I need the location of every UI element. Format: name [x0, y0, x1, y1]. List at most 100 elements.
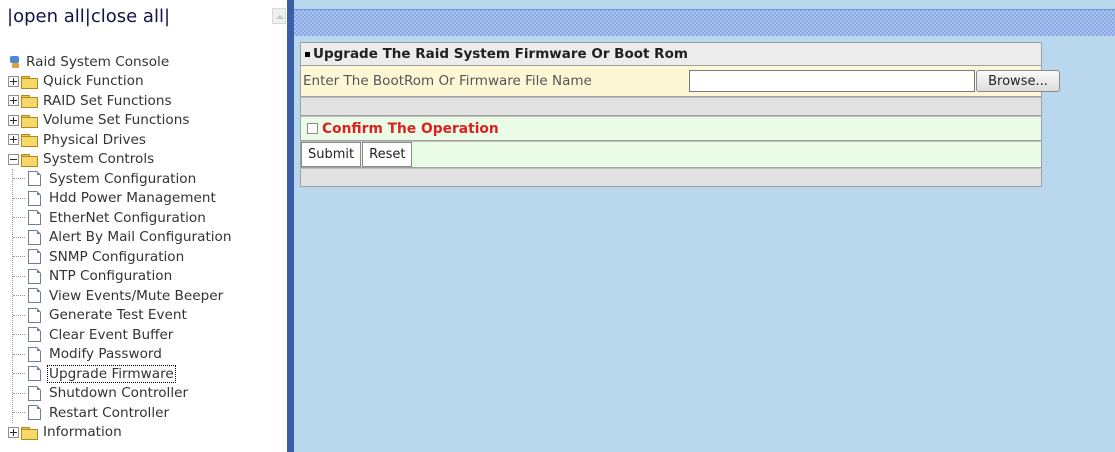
tree-item-label: EtherNet Configuration — [49, 209, 206, 226]
tree-item-label: Shutdown Controller — [49, 385, 189, 402]
tree-branch-line — [13, 178, 25, 180]
tree-item-system-configuration[interactable]: System Configuration — [8, 169, 233, 189]
open-close-all-bar: |open all|close all| — [7, 6, 170, 27]
tree-item-label: Volume Set Functions — [43, 112, 190, 129]
tree-branch-line — [13, 392, 25, 394]
page-icon — [28, 210, 41, 226]
tree-item-label: System Configuration — [49, 170, 197, 187]
expand-plus-icon[interactable] — [8, 134, 19, 146]
action-row: Submit Reset — [300, 141, 1042, 168]
tree-item-label: Physical Drives — [43, 131, 146, 148]
tree-item-label: Restart Controller — [49, 404, 170, 421]
page-icon — [28, 385, 41, 401]
page-icon — [28, 288, 41, 304]
tree-view: Raid System Console Quick Function RAID … — [8, 52, 233, 442]
tree-branch-line — [13, 373, 25, 375]
file-name-row: Enter The BootRom Or Firmware File Name … — [300, 66, 1060, 97]
tree-item-ntp-configuration[interactable]: NTP Configuration — [8, 267, 233, 287]
tree-item-ethernet-configuration[interactable]: EtherNet Configuration — [8, 208, 233, 228]
frame-divider[interactable] — [287, 0, 294, 452]
tree-item-label: Clear Event Buffer — [49, 326, 174, 343]
tree-item-alert-by-mail-configuration[interactable]: Alert By Mail Configuration — [8, 228, 233, 248]
upgrade-firmware-form: Upgrade The Raid System Firmware Or Boot… — [300, 42, 1060, 187]
tree-item-label: System Controls — [43, 151, 155, 168]
tree-item-label-selected: Upgrade Firmware — [47, 364, 176, 383]
tree-branch-line — [13, 353, 25, 355]
tree-item-restart-controller[interactable]: Restart Controller — [8, 403, 233, 423]
spacer-row — [300, 97, 1042, 116]
collapse-minus-icon[interactable] — [8, 153, 19, 165]
bullet-icon — [305, 51, 310, 57]
navigation-tree-frame: |open all|close all| Raid System Console… — [0, 0, 273, 452]
tree-item-volume-set-functions[interactable]: Volume Set Functions — [8, 111, 233, 131]
tree-root[interactable]: Raid System Console — [8, 52, 233, 72]
page-icon — [28, 346, 41, 362]
browse-button[interactable]: Browse... — [976, 70, 1060, 92]
page-icon — [28, 307, 41, 323]
folder-icon — [20, 94, 38, 109]
folder-icon — [20, 426, 38, 440]
spacer-row — [300, 168, 1042, 187]
content-frame: Upgrade The Raid System Firmware Or Boot… — [294, 0, 1115, 452]
page-icon — [28, 366, 41, 382]
tree-item-label: Hdd Power Management — [49, 190, 216, 207]
confirm-row: Confirm The Operation — [300, 116, 1042, 141]
folder-icon — [20, 133, 38, 148]
file-name-label: Enter The BootRom Or Firmware File Name — [303, 73, 592, 89]
tree-item-snmp-configuration[interactable]: SNMP Configuration — [8, 247, 233, 267]
tree-item-information[interactable]: Information — [8, 423, 233, 443]
tree-branch-line — [13, 197, 25, 199]
tree-root-label: Raid System Console — [26, 53, 170, 70]
expand-plus-icon[interactable] — [8, 114, 19, 126]
content-top-bar — [294, 9, 1115, 36]
close-all-link[interactable]: close all — [91, 6, 164, 27]
tree-item-label: Information — [43, 424, 122, 441]
tree-item-system-controls[interactable]: System Controls — [8, 150, 233, 170]
separator-right: | — [163, 6, 171, 27]
submit-button[interactable]: Submit — [301, 142, 362, 167]
file-name-input[interactable] — [689, 70, 975, 92]
tree-item-label: Generate Test Event — [49, 307, 187, 324]
page-icon — [28, 171, 41, 187]
page-icon — [28, 327, 41, 343]
tree-branch-line — [13, 275, 25, 277]
tree-item-physical-drives[interactable]: Physical Drives — [8, 130, 233, 150]
tree-item-label: Quick Function — [43, 73, 144, 90]
tree-branch-line — [13, 236, 25, 238]
tree-item-hdd-power-management[interactable]: Hdd Power Management — [8, 189, 233, 209]
form-title: Upgrade The Raid System Firmware Or Boot… — [313, 46, 688, 62]
tree-item-view-events-mute-beeper[interactable]: View Events/Mute Beeper — [8, 286, 233, 306]
tree-branch-line — [13, 314, 25, 316]
page-icon — [28, 229, 41, 245]
scroll-up-arrow-icon[interactable] — [272, 8, 286, 24]
open-all-link[interactable]: open all — [13, 6, 85, 27]
tree-item-generate-test-event[interactable]: Generate Test Event — [8, 306, 233, 326]
page-icon — [28, 268, 41, 284]
tree-branch-line — [13, 295, 25, 297]
confirm-label: Confirm The Operation — [322, 120, 499, 137]
tree-branch-line — [13, 334, 25, 336]
tree-item-clear-event-buffer[interactable]: Clear Event Buffer — [8, 325, 233, 345]
tree-item-shutdown-controller[interactable]: Shutdown Controller — [8, 384, 233, 404]
tree-item-quick-function[interactable]: Quick Function — [8, 72, 233, 92]
folder-icon — [20, 75, 38, 89]
confirm-checkbox[interactable] — [307, 123, 318, 134]
reset-button[interactable]: Reset — [362, 142, 413, 167]
tree-branch-line — [13, 256, 25, 258]
folder-icon — [20, 114, 38, 128]
page-icon — [28, 249, 41, 265]
tree-item-raid-set-functions[interactable]: RAID Set Functions — [8, 91, 233, 111]
expand-plus-icon[interactable] — [8, 75, 19, 87]
tree-item-label: NTP Configuration — [49, 268, 173, 285]
tree-item-label: SNMP Configuration — [49, 248, 185, 265]
expand-plus-icon[interactable] — [8, 426, 19, 438]
form-title-row: Upgrade The Raid System Firmware Or Boot… — [300, 42, 1042, 66]
folder-open-icon — [20, 153, 38, 167]
tree-item-label: RAID Set Functions — [43, 92, 172, 109]
expand-plus-icon[interactable] — [8, 95, 19, 107]
system-controls-children: System Configuration Hdd Power Managemen… — [8, 169, 233, 423]
tree-item-upgrade-firmware[interactable]: Upgrade Firmware — [8, 364, 233, 384]
tree-item-label: View Events/Mute Beeper — [49, 287, 224, 304]
tree-item-label: Alert By Mail Configuration — [49, 229, 232, 246]
tree-item-modify-password[interactable]: Modify Password — [8, 345, 233, 365]
